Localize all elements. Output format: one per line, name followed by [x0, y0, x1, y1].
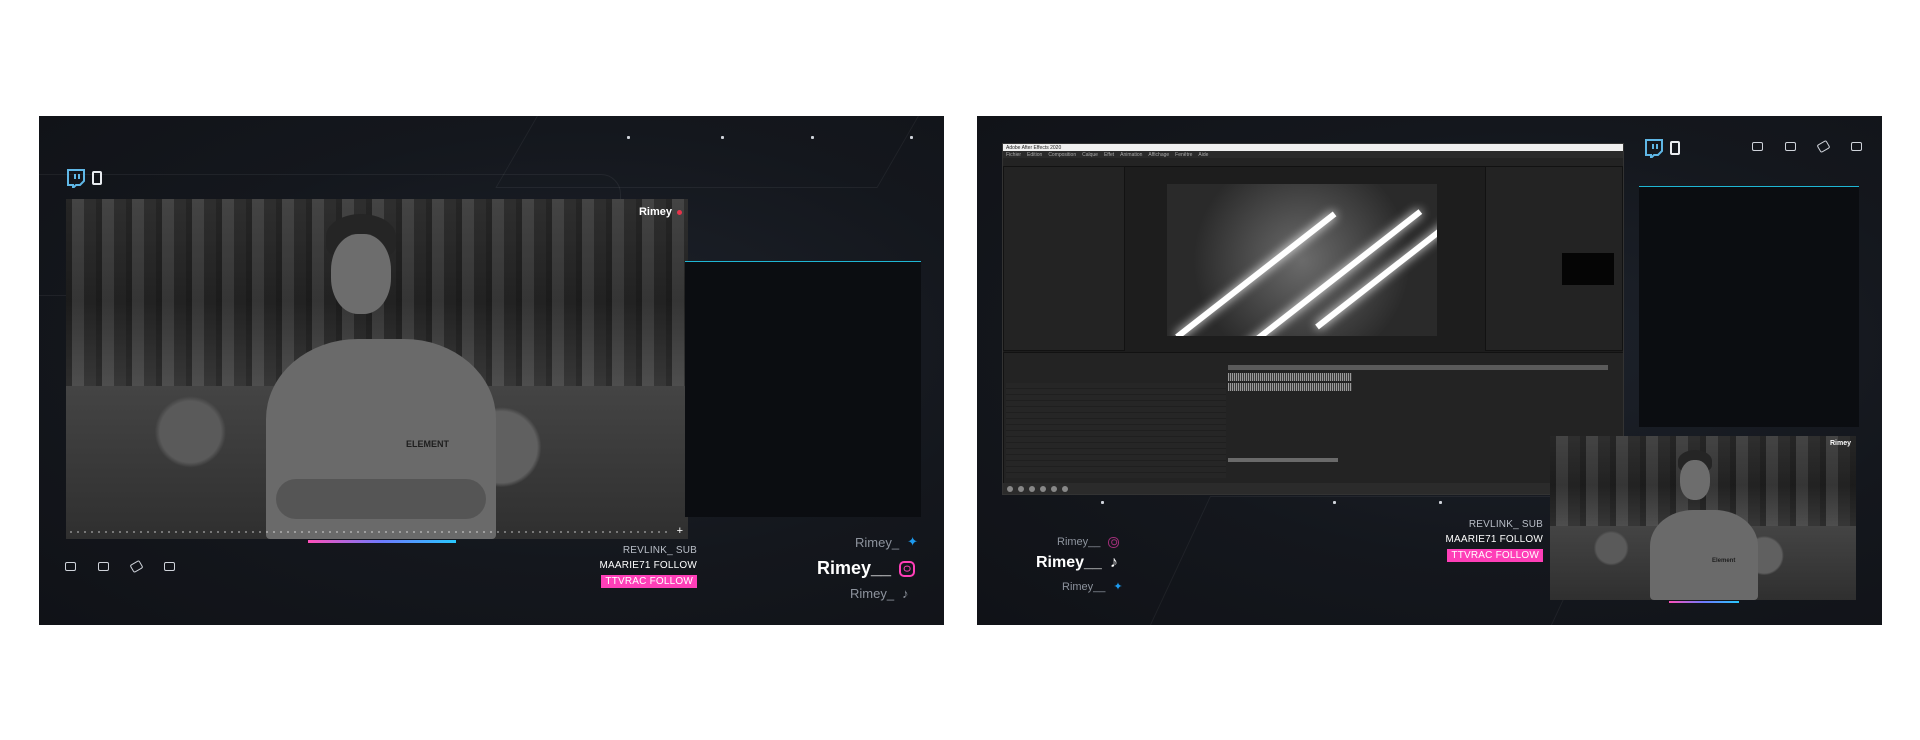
ae-work-area[interactable] [1228, 365, 1608, 370]
start-icon[interactable] [1007, 485, 1013, 492]
alert-highlight: TTVRAC FOLLOW [1447, 549, 1543, 562]
social-tiktok: Rimey_ ♪ [850, 586, 909, 601]
ae-composition-viewer[interactable] [1167, 184, 1437, 336]
twitter-icon: ✦ [1113, 581, 1123, 593]
live-indicator [677, 209, 682, 215]
decor-dot [721, 136, 724, 139]
alert-list: REVLINK_ SUB MAARIE71 FOLLOW TTVRAC FOLL… [1387, 519, 1543, 570]
taskbar-app-icon[interactable] [1029, 485, 1035, 492]
top-icon-row [1752, 139, 1862, 154]
tiktok-icon: ♪ [902, 586, 909, 601]
streamer-portrait: Element [1650, 448, 1760, 600]
decor-dot [811, 136, 814, 139]
ae-menu-item[interactable]: Affichage [1148, 152, 1169, 158]
instagram-icon [899, 560, 916, 577]
ae-menu-item[interactable]: Composition [1048, 152, 1076, 158]
alert-highlight: TTVRAC FOLLOW [601, 575, 697, 588]
twitch-icon [67, 169, 85, 188]
ae-audio-waveform [1228, 373, 1352, 381]
share-icon[interactable] [1752, 142, 1763, 151]
ae-menu-item[interactable]: Fichier [1006, 152, 1021, 158]
tag-icon[interactable] [129, 559, 144, 574]
taskbar-app-icon[interactable] [1018, 485, 1024, 492]
twitch-icon [1645, 139, 1663, 158]
brand-mark [66, 168, 102, 188]
streamer-portrait: ELEMENT [266, 209, 506, 539]
cam-label: Rimey [639, 206, 682, 218]
twitter-icon: ✦ [907, 534, 918, 549]
ae-swatch [1562, 253, 1614, 285]
instagram-icon [1108, 536, 1120, 548]
alert-follow: MAARIE71 FOLLOW [599, 560, 697, 571]
accent-glow-bar [1669, 601, 1739, 603]
ae-menu-item[interactable]: Effet [1104, 152, 1114, 158]
social-tiktok: Rimey__ ♪ [1036, 554, 1118, 572]
bottom-icon-row [65, 559, 175, 574]
social-handle: Rimey_ [855, 534, 900, 550]
brand-mark [1644, 138, 1680, 158]
ae-menu-item[interactable]: Fenêtre [1175, 152, 1192, 158]
copy-icon[interactable] [1785, 142, 1796, 151]
decor-dot [1333, 501, 1336, 504]
overlay-panel-right: Adobe After Effects 2020 Fichier Edition… [977, 116, 1882, 625]
ae-project-panel[interactable] [1003, 166, 1125, 351]
ae-menu-item[interactable]: Aide [1198, 152, 1208, 158]
ae-titlebar: Adobe After Effects 2020 [1003, 144, 1623, 151]
image-off-icon[interactable] [1851, 142, 1862, 151]
decor-dot [910, 136, 913, 139]
after-effects-window[interactable]: Adobe After Effects 2020 Fichier Edition… [1002, 143, 1624, 495]
webcam-feed: ELEMENT Rimey + [66, 199, 688, 539]
social-handle: Rimey__ [1036, 554, 1102, 571]
social-instagram: Rimey__ [1057, 536, 1120, 548]
alert-follow: MAARIE71 FOLLOW [1445, 534, 1543, 545]
image-off-icon[interactable] [164, 562, 175, 571]
social-twitter: Rimey__ ✦ [1062, 580, 1123, 594]
tiktok-icon: ♪ [1109, 554, 1118, 571]
taskbar-app-icon[interactable] [1051, 485, 1057, 492]
social-handle: Rimey__ [1062, 580, 1106, 593]
social-handle: Rimey__ [817, 558, 892, 578]
ae-menu-item[interactable]: Calque [1082, 152, 1098, 158]
decor-dot [1439, 501, 1442, 504]
plus-icon: + [676, 525, 683, 537]
chat-panel [1639, 186, 1859, 427]
chat-panel [685, 261, 921, 517]
social-instagram: Rimey__ [817, 558, 916, 579]
tag-icon[interactable] [1816, 139, 1831, 154]
dot-strip [70, 531, 668, 533]
taskbar-app-icon[interactable] [1062, 485, 1068, 492]
taskbar-app-icon[interactable] [1040, 485, 1046, 492]
ae-menu-item[interactable]: Animation [1120, 152, 1142, 158]
social-handle: Rimey_ [850, 586, 895, 601]
ae-menu-item[interactable]: Edition [1027, 152, 1042, 158]
alert-sub: REVLINK_ SUB [622, 545, 697, 556]
camera-icon [92, 171, 102, 185]
social-twitter: Rimey_ ✦ [855, 534, 918, 550]
social-handle: Rimey__ [1057, 536, 1101, 548]
ae-menubar: Fichier Edition Composition Calque Effet… [1003, 151, 1623, 158]
windows-taskbar [1003, 483, 1623, 494]
webcam-feed: Element Rimey [1550, 436, 1856, 600]
copy-icon[interactable] [98, 562, 109, 571]
alert-list: REVLINK_ SUB MAARIE71 FOLLOW TTVRAC FOLL… [519, 545, 697, 596]
ae-properties-panel[interactable] [1485, 166, 1623, 351]
alert-sub: REVLINK_ SUB [1468, 519, 1543, 530]
decor-dot [1101, 501, 1104, 504]
cam-label: Rimey [1830, 440, 1851, 447]
ae-timeline-panel[interactable] [1003, 352, 1623, 484]
shirt-logo: ELEMENT [406, 439, 450, 449]
camera-icon [1670, 141, 1680, 155]
cam-name: Rimey [638, 206, 672, 218]
ae-audio-waveform [1228, 383, 1352, 391]
ae-layer-bar[interactable] [1228, 458, 1338, 462]
overlay-panel-left: ELEMENT Rimey + REVLINK_ SUB MAARIE71 FO… [39, 116, 944, 625]
decor-dot [627, 136, 630, 139]
accent-glow-bar [308, 540, 456, 543]
ae-layer-list[interactable] [1006, 383, 1226, 478]
cam-name: Rimey [1829, 440, 1851, 447]
share-icon[interactable] [65, 562, 76, 571]
shirt-logo: Element [1712, 558, 1736, 564]
